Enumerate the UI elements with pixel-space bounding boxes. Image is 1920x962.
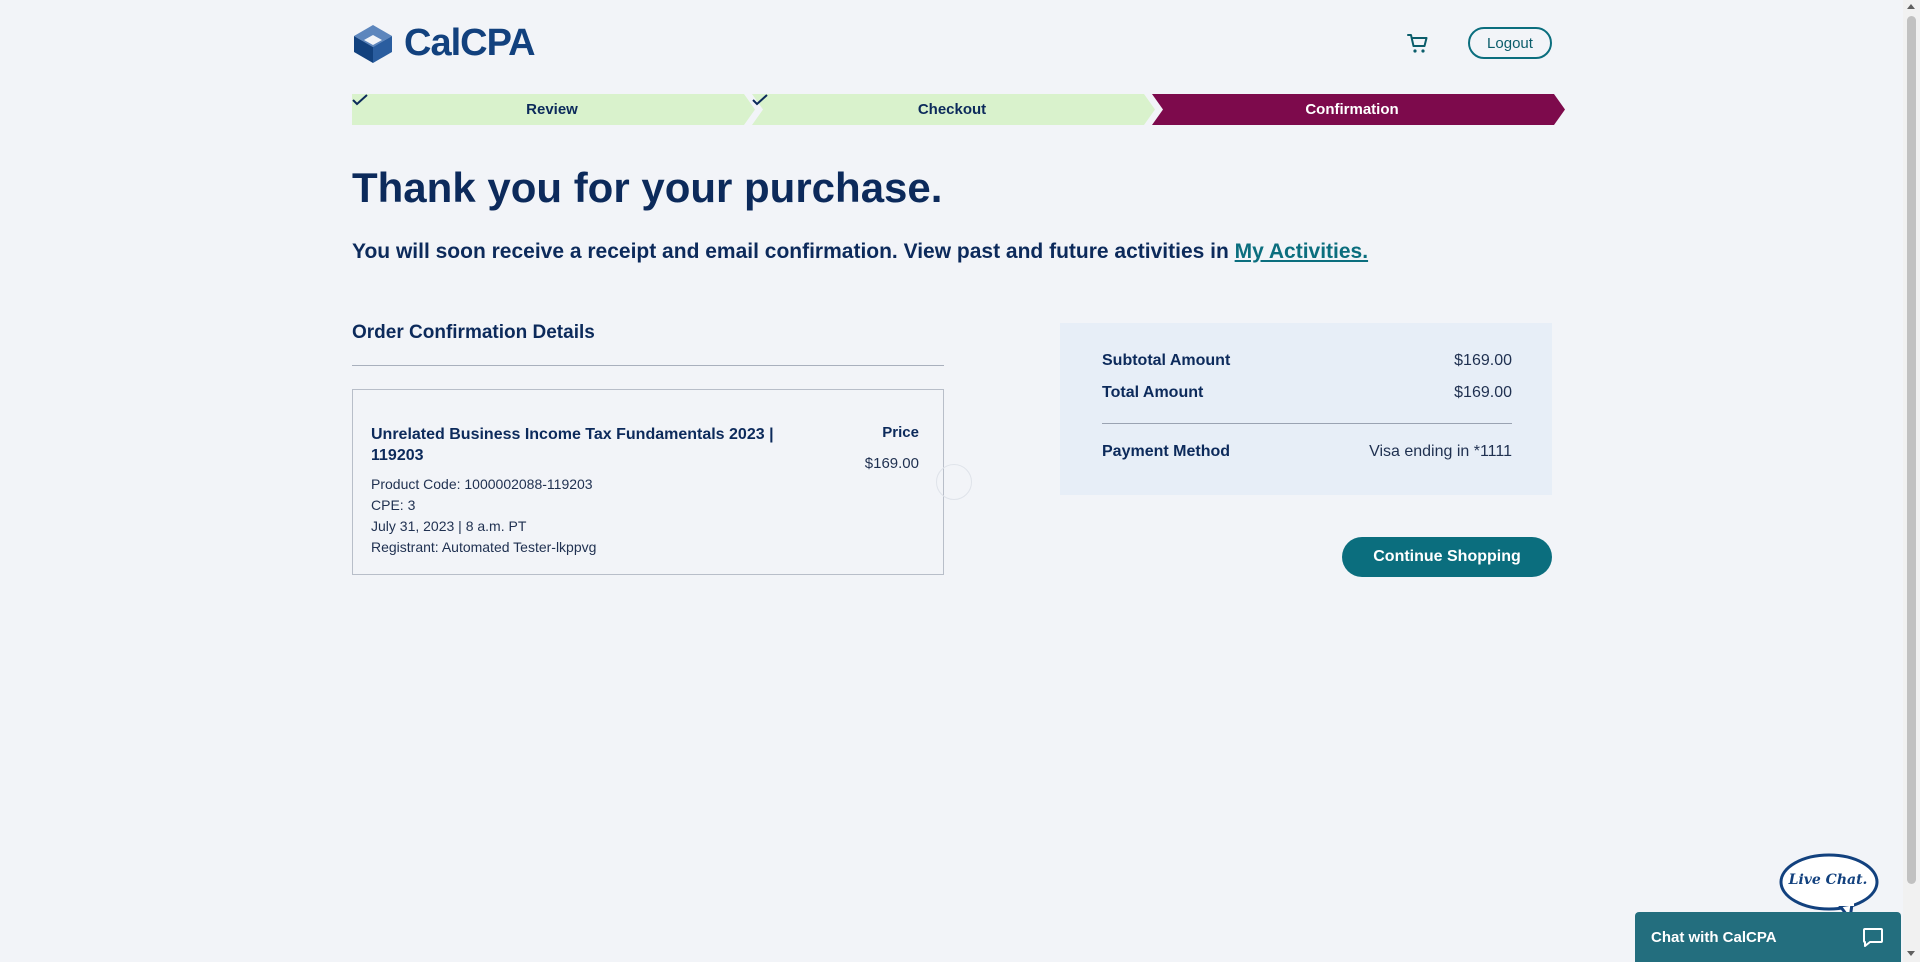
total-row: Total Amount $169.00 — [1102, 384, 1512, 402]
calcpa-logo-icon — [354, 24, 392, 63]
calcpa-logo[interactable]: CalCPA — [352, 22, 536, 65]
step-review-label: Review — [526, 101, 578, 118]
logout-button[interactable]: Logout — [1468, 27, 1552, 59]
scroll-up-arrow-icon[interactable] — [1907, 4, 1915, 9]
check-icon — [352, 94, 368, 106]
subtotal-row: Subtotal Amount $169.00 — [1102, 352, 1512, 370]
continue-shopping-button[interactable]: Continue Shopping — [1342, 537, 1552, 577]
step-checkout: Checkout — [752, 94, 1152, 125]
item-product-code: Product Code: 1000002088-119203 — [371, 476, 593, 492]
chat-icon — [1863, 928, 1883, 947]
site-header: CalCPA Logout — [352, 20, 1552, 66]
order-details-heading: Order Confirmation Details — [352, 322, 595, 343]
logo-text: CalCPA — [404, 22, 536, 64]
price-label: Price — [882, 424, 919, 441]
item-cpe: CPE: 3 — [371, 497, 416, 513]
total-value: $169.00 — [1454, 384, 1512, 401]
confirmation-message: You will soon receive a receipt and emai… — [352, 240, 1368, 264]
summary-divider — [1102, 423, 1512, 424]
step-checkout-label: Checkout — [917, 101, 987, 118]
scroll-thumb[interactable] — [1907, 16, 1916, 884]
step-confirmation-label: Confirmation — [1305, 101, 1399, 118]
payment-row: Payment Method Visa ending in *1111 — [1102, 443, 1512, 461]
subtotal-label: Subtotal Amount — [1102, 352, 1231, 369]
subtotal-value: $169.00 — [1454, 352, 1512, 369]
item-price: $169.00 — [864, 455, 919, 472]
scroll-down-arrow-icon[interactable] — [1907, 951, 1915, 956]
payment-label: Payment Method — [1102, 443, 1231, 460]
item-title: Unrelated Business Income Tax Fundamenta… — [371, 426, 774, 464]
page-title: Thank you for your purchase. — [352, 164, 943, 211]
loading-spinner — [936, 464, 972, 500]
confirmation-message-text: You will soon receive a receipt and emai… — [352, 240, 1235, 263]
chat-bar-label: Chat with CalCPA — [1651, 928, 1777, 946]
order-item-card: Unrelated Business Income Tax Fundamenta… — [352, 389, 944, 575]
cart-icon[interactable] — [1406, 32, 1430, 56]
item-date: July 31, 2023 | 8 a.m. PT — [371, 518, 527, 534]
chat-widget-bar[interactable]: Chat with CalCPA — [1635, 912, 1901, 962]
page-scrollbar[interactable] — [1903, 0, 1920, 962]
order-summary: Subtotal Amount $169.00 Total Amount $16… — [1060, 323, 1552, 495]
live-chat-text[interactable]: Live Chat. — [1778, 872, 1878, 888]
step-review: Review — [352, 94, 752, 125]
section-divider — [352, 365, 944, 366]
check-icon — [752, 94, 768, 106]
checkout-progress: Review Checkout Confirmation — [352, 94, 1566, 125]
total-label: Total Amount — [1102, 384, 1204, 401]
my-activities-link[interactable]: My Activities. — [1235, 240, 1368, 263]
step-confirmation: Confirmation — [1152, 94, 1552, 125]
item-registrant: Registrant: Automated Tester-lkppvg — [371, 539, 597, 555]
payment-value: Visa ending in *1111 — [1369, 443, 1512, 460]
